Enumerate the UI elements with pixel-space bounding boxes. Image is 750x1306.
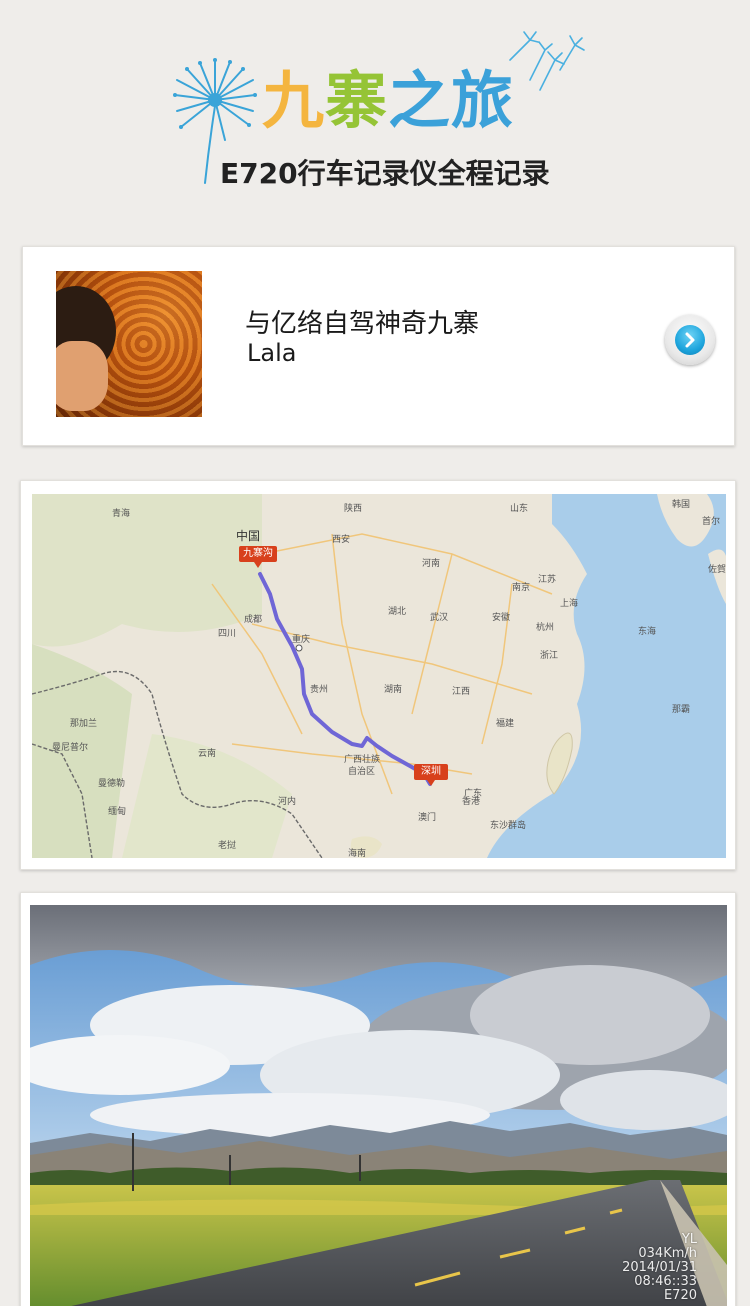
header: 九寨之旅 E720行车记录仪全程记录 — [0, 0, 750, 230]
svg-text:缅甸: 缅甸 — [108, 805, 126, 817]
svg-text:福建: 福建 — [496, 717, 514, 729]
title-char-1: 九 — [262, 64, 326, 137]
svg-text:东沙群岛: 东沙群岛 — [490, 819, 526, 831]
trip-title: 与亿络自驾神奇九寨 — [245, 309, 480, 339]
svg-text:贵州: 贵州 — [310, 683, 328, 695]
page-subtitle: E720行车记录仪全程记录 — [220, 157, 550, 190]
author-name: Lala — [247, 339, 297, 367]
title-char-4: 旅 — [451, 64, 515, 137]
svg-text:上海: 上海 — [560, 597, 578, 609]
svg-text:曼尼普尔: 曼尼普尔 — [52, 741, 88, 753]
svg-text:湖北: 湖北 — [388, 606, 406, 617]
svg-text:武汉: 武汉 — [430, 611, 448, 623]
end-marker-label: 深圳 — [421, 766, 441, 777]
page-title: 九寨之旅 — [262, 70, 514, 132]
road-photo[interactable]: YL 034Km/h 2014/01/31 08:46::33 E720 — [30, 905, 727, 1306]
start-marker-label: 九寨沟 — [243, 548, 273, 559]
title-char-2: 寨 — [325, 64, 389, 137]
dashcam-stamp: YL 034Km/h 2014/01/31 08:46::33 E720 — [622, 1233, 697, 1303]
svg-text:东海: 东海 — [638, 625, 656, 637]
svg-text:那加兰: 那加兰 — [70, 717, 97, 729]
route-map-card: 青海 陕西 山东 韩国 西安 中国 河南 江苏 南京 上海 首尔 佐賀 湖北 武… — [20, 480, 736, 870]
svg-text:广东: 广东 — [464, 787, 482, 799]
svg-text:湖南: 湖南 — [384, 683, 402, 695]
avatar — [56, 271, 202, 417]
svg-text:曼德勒: 曼德勒 — [98, 777, 125, 789]
stamp-line: 034Km/h — [638, 1246, 697, 1261]
stamp-line: E720 — [663, 1288, 697, 1303]
svg-text:青海: 青海 — [112, 507, 130, 519]
svg-text:南京: 南京 — [512, 581, 530, 593]
svg-text:河南: 河南 — [422, 557, 440, 569]
svg-text:澳门: 澳门 — [418, 811, 436, 823]
route-map[interactable]: 青海 陕西 山东 韩国 西安 中国 河南 江苏 南京 上海 首尔 佐賀 湖北 武… — [32, 494, 726, 858]
open-trip-button[interactable] — [665, 315, 715, 365]
svg-text:江苏: 江苏 — [538, 573, 556, 585]
stamp-line: 08:46::33 — [634, 1274, 697, 1289]
title-char-3: 之 — [388, 64, 452, 137]
svg-text:佐賀: 佐賀 — [708, 563, 726, 575]
svg-text:河内: 河内 — [278, 795, 296, 807]
svg-text:浙江: 浙江 — [540, 649, 558, 661]
svg-text:陕西: 陕西 — [344, 502, 362, 514]
route-map-svg: 青海 陕西 山东 韩国 西安 中国 河南 江苏 南京 上海 首尔 佐賀 湖北 武… — [32, 494, 726, 858]
svg-text:首尔: 首尔 — [702, 515, 720, 527]
svg-text:老挝: 老挝 — [218, 839, 236, 851]
svg-text:江西: 江西 — [452, 686, 470, 697]
svg-text:中国: 中国 — [236, 528, 260, 543]
svg-text:那霸: 那霸 — [672, 704, 690, 715]
svg-text:西安: 西安 — [332, 533, 350, 545]
svg-text:自治区: 自治区 — [348, 765, 375, 777]
svg-text:重庆: 重庆 — [292, 633, 310, 645]
chevron-right-glyph — [685, 332, 695, 348]
stamp-line: YL — [681, 1232, 697, 1247]
svg-text:四川: 四川 — [218, 629, 236, 639]
profile-card[interactable]: 与亿络自驾神奇九寨 Lala — [22, 246, 735, 446]
svg-text:杭州: 杭州 — [536, 621, 554, 633]
svg-text:云南: 云南 — [198, 747, 216, 759]
svg-text:山东: 山东 — [510, 502, 528, 514]
photo-card: YL 034Km/h 2014/01/31 08:46::33 E720 — [20, 892, 736, 1306]
stamp-line: 2014/01/31 — [622, 1260, 697, 1275]
svg-text:韩国: 韩国 — [672, 498, 690, 510]
svg-text:安徽: 安徽 — [492, 611, 510, 623]
svg-text:海南: 海南 — [348, 847, 366, 858]
svg-text:成都: 成都 — [244, 613, 262, 625]
svg-text:广西壮族: 广西壮族 — [344, 753, 380, 765]
